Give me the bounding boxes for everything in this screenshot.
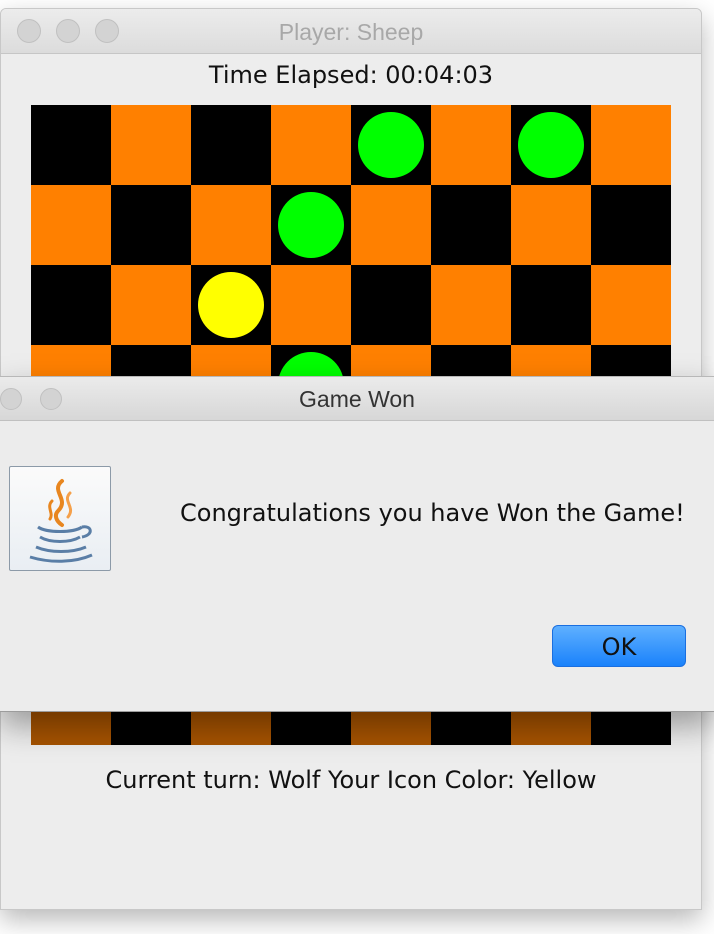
sheep-piece[interactable]	[278, 192, 344, 258]
game-won-dialog: Game Won Congratulations you have Won th…	[0, 376, 714, 712]
main-titlebar: Player: Sheep	[1, 9, 701, 54]
dialog-titlebar: Game Won	[0, 377, 714, 421]
dialog-message: Congratulations you have Won the Game!	[180, 499, 685, 527]
board-square[interactable]	[111, 105, 191, 185]
wolf-piece[interactable]	[198, 272, 264, 338]
java-coffee-cup-icon	[9, 466, 111, 571]
board-square[interactable]	[511, 265, 591, 345]
board-square[interactable]	[431, 265, 511, 345]
board-square[interactable]	[591, 265, 671, 345]
dialog-title: Game Won	[299, 386, 415, 412]
board-square[interactable]	[111, 185, 191, 265]
board-square[interactable]	[271, 265, 351, 345]
sheep-piece[interactable]	[358, 112, 424, 178]
board-square[interactable]	[591, 105, 671, 185]
board-square[interactable]	[351, 185, 431, 265]
ok-button[interactable]: OK	[552, 625, 686, 667]
board-square[interactable]	[31, 185, 111, 265]
time-elapsed-label: Time Elapsed: 00:04:03	[208, 61, 494, 89]
board-square[interactable]	[431, 185, 511, 265]
board-square[interactable]	[191, 105, 271, 185]
board-square[interactable]	[511, 185, 591, 265]
board-square[interactable]	[591, 185, 671, 265]
sheep-piece[interactable]	[518, 112, 584, 178]
board-square[interactable]	[111, 265, 191, 345]
window-title: Player: Sheep	[278, 19, 424, 45]
board-square[interactable]	[431, 105, 511, 185]
board-square[interactable]	[31, 105, 111, 185]
status-label: Current turn: Wolf Your Icon Color: Yell…	[105, 766, 597, 794]
board-square[interactable]	[191, 185, 271, 265]
board-square[interactable]	[351, 265, 431, 345]
board-square[interactable]	[31, 265, 111, 345]
board-square[interactable]	[271, 105, 351, 185]
